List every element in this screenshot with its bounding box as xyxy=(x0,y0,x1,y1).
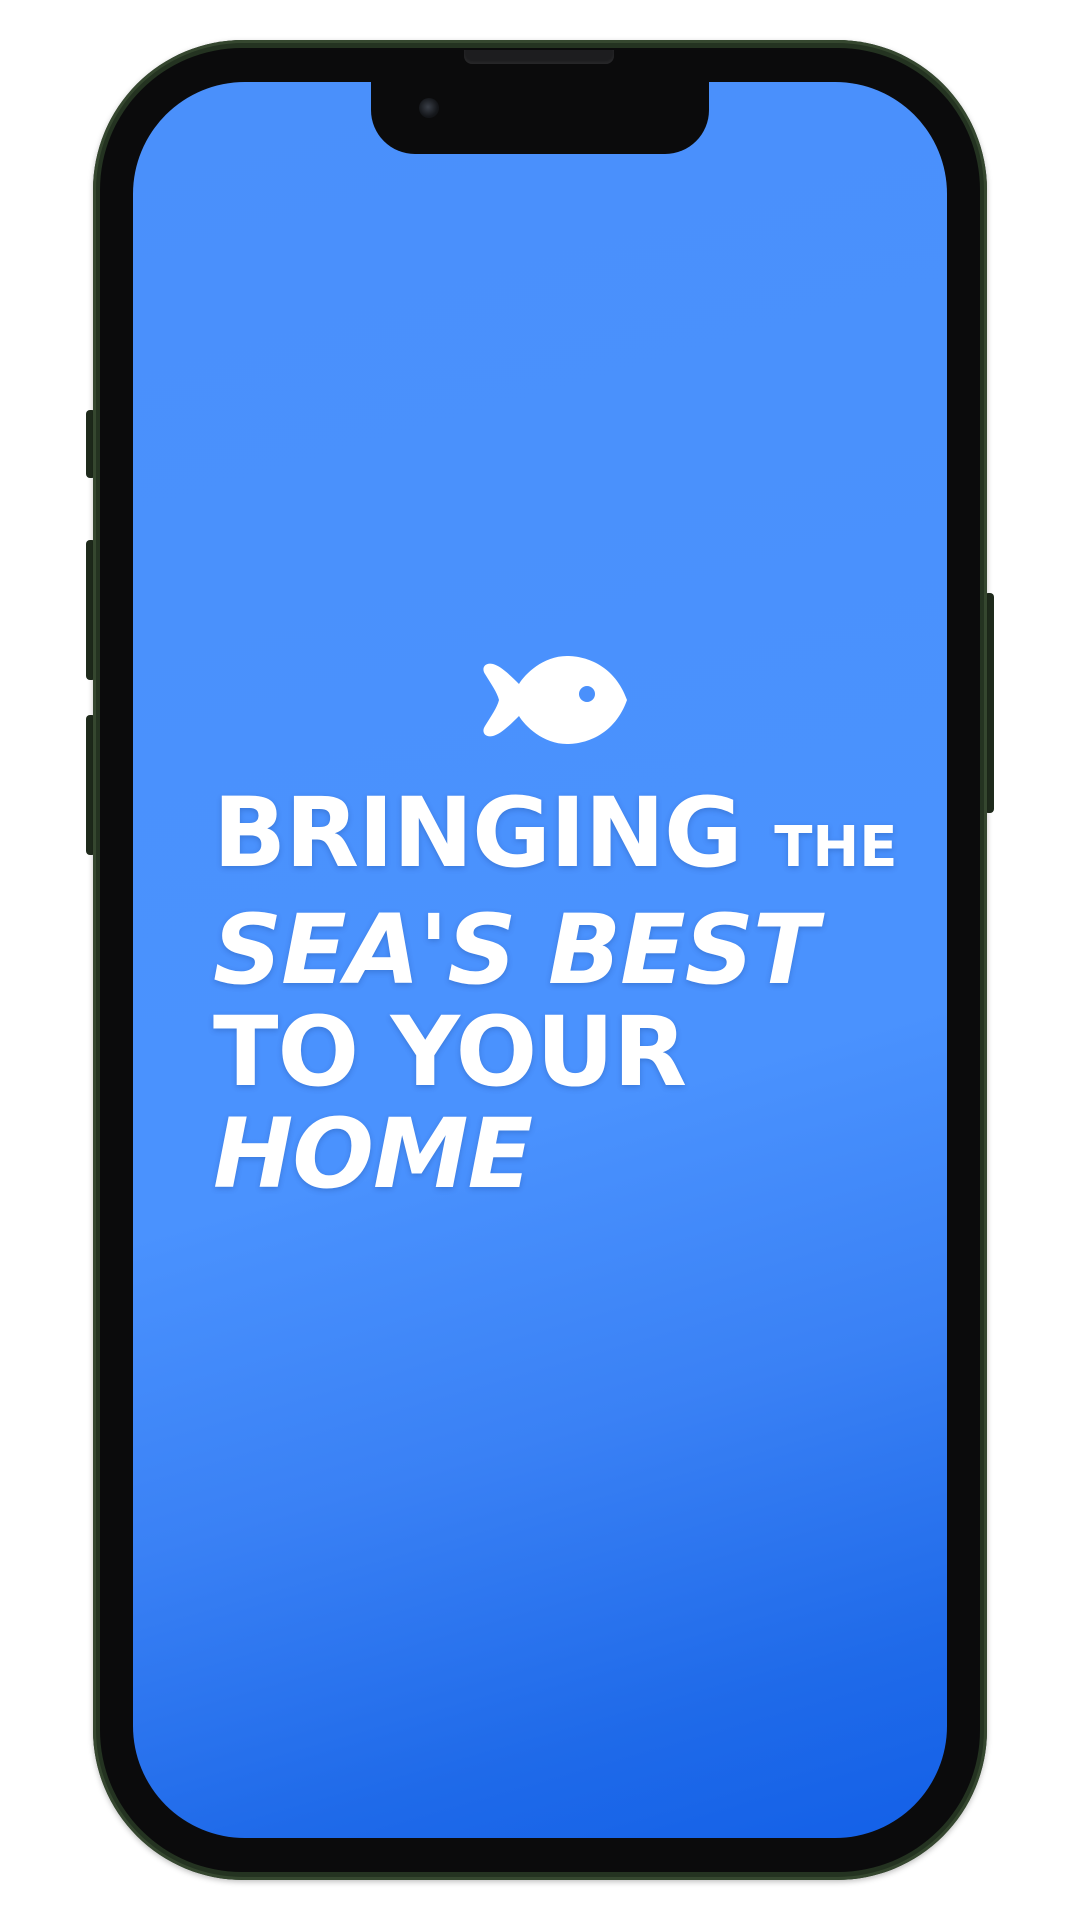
splash-screen: BRINGING THE SEA'S BEST TO YOUR HOME xyxy=(133,82,947,1838)
tagline-line-4: HOME xyxy=(213,1098,533,1210)
tagline-line-3: TO YOUR xyxy=(213,996,687,1108)
tagline-line-2: SEA'S BEST xyxy=(213,894,818,1006)
front-camera xyxy=(419,98,439,118)
mockup-stage: BRINGING THE SEA'S BEST TO YOUR HOME xyxy=(0,0,1080,1920)
notch xyxy=(371,82,709,154)
tagline-bringing: BRINGING xyxy=(213,777,743,889)
tagline: BRINGING THE SEA'S BEST TO YOUR HOME xyxy=(213,782,913,1205)
tagline-the: THE xyxy=(774,815,898,880)
fish-icon xyxy=(483,656,627,744)
tagline-line-1: BRINGING THE xyxy=(213,782,913,899)
earpiece-speaker xyxy=(464,50,614,64)
